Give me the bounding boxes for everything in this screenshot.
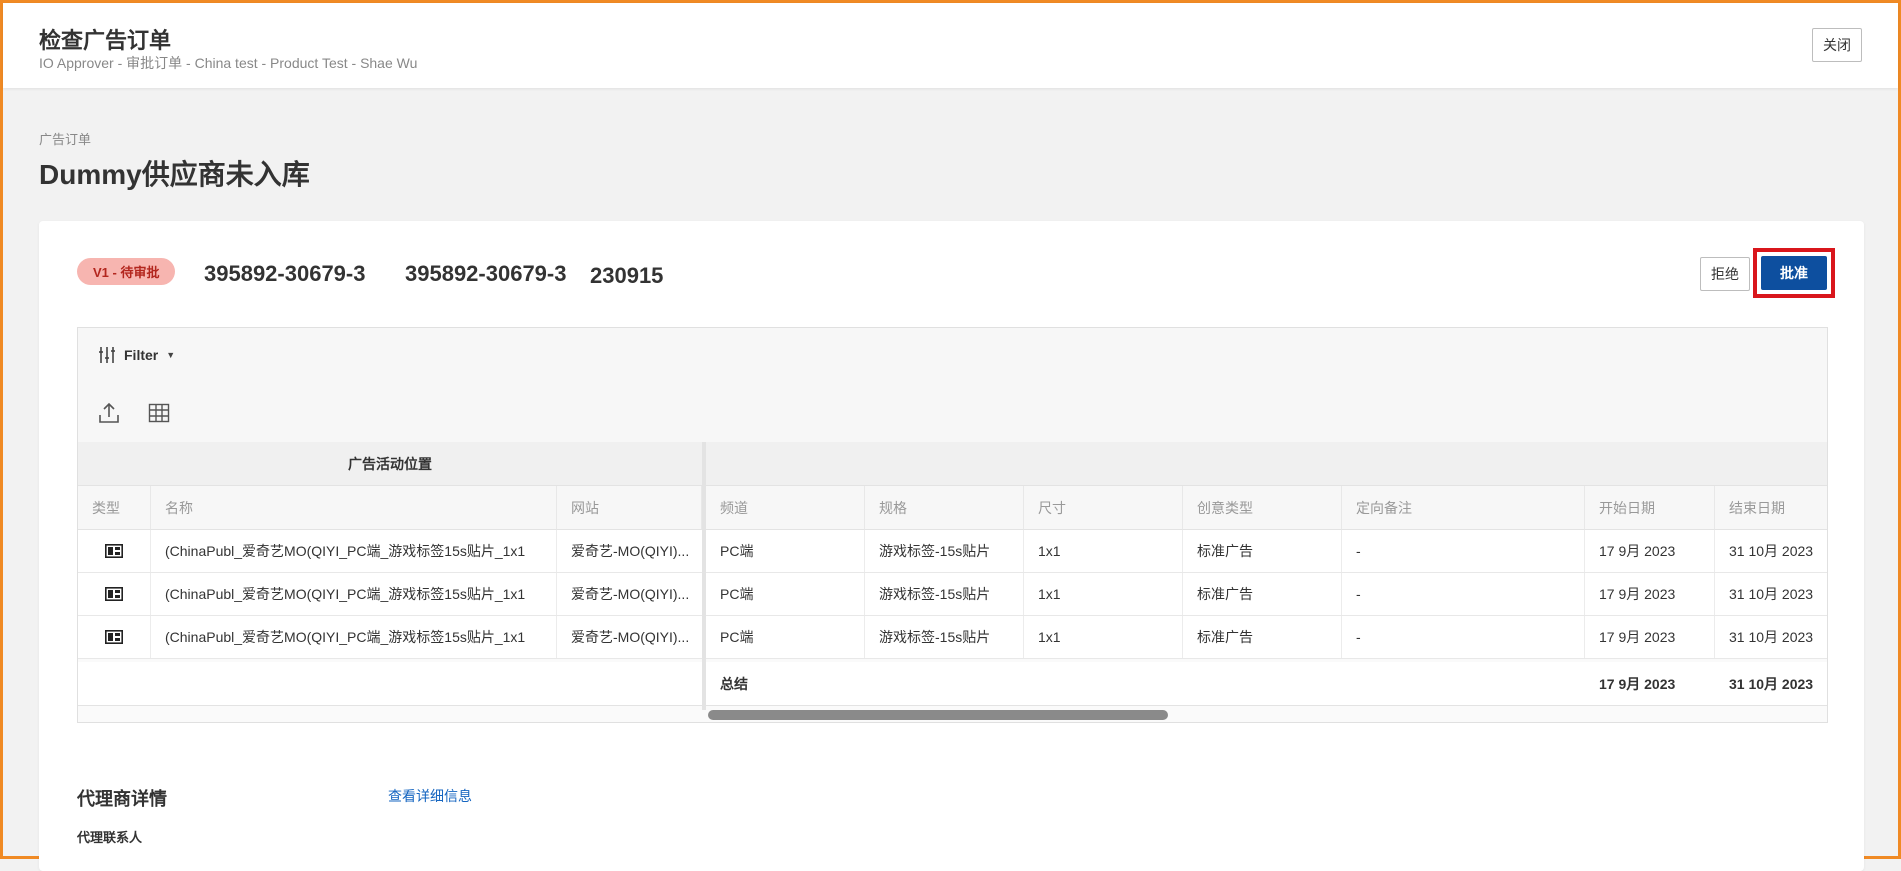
- spec-cell: 游戏标签-15s贴片: [865, 616, 1024, 658]
- grid-toolbar: [78, 385, 1827, 443]
- filter-button[interactable]: Filter ▼: [98, 346, 175, 364]
- total-label: 总结: [720, 676, 748, 692]
- site-cell: 爱奇艺-MO(QIYI)...: [571, 543, 690, 559]
- window-subtitle: IO Approver - 审批订单 - China test - Produc…: [39, 55, 418, 71]
- name-cell: (ChinaPubl_爱奇艺MO(QIYI_PC端_游戏标签15s贴片_1x1: [151, 573, 557, 615]
- start-date-cell: 17 9月 2023: [1585, 616, 1715, 658]
- table-row[interactable]: PC端 游戏标签-15s贴片 1x1 标准广告 - 17 9月 2023 31 …: [706, 530, 1827, 573]
- site-cell: 爱奇艺-MO(QIYI)...: [571, 586, 690, 602]
- table-row[interactable]: (ChinaPubl_爱奇艺MO(QIYI_PC端_游戏标签15s贴片_1x1 …: [78, 573, 702, 616]
- column-header-name[interactable]: 名称: [151, 486, 557, 530]
- column-header-channel[interactable]: 频道: [706, 486, 865, 530]
- filter-bar: Filter ▼: [78, 328, 1827, 386]
- column-header-targeting[interactable]: 定向备注: [1342, 486, 1585, 530]
- targeting-cell: -: [1342, 616, 1585, 658]
- placement-icon: [105, 544, 123, 558]
- site-cell: 爱奇艺-MO(QIYI)...: [571, 629, 690, 645]
- window-title: 检查广告订单: [39, 28, 172, 53]
- column-header-spec[interactable]: 规格: [865, 486, 1024, 530]
- type-cell: [78, 573, 151, 615]
- column-header-site[interactable]: 网站: [557, 486, 702, 530]
- breadcrumb: 广告订单: [39, 132, 92, 147]
- start-date-cell: 17 9月 2023: [1585, 530, 1715, 572]
- group-header-details: [706, 442, 1827, 486]
- name-cell: (ChinaPubl_爱奇艺MO(QIYI_PC端_游戏标签15s贴片_1x1: [151, 616, 557, 658]
- approve-button[interactable]: 批准: [1761, 256, 1827, 290]
- page-title: Dummy供应商未入库: [39, 159, 310, 190]
- channel-cell: PC端: [706, 530, 865, 572]
- caret-down-icon: ▼: [166, 350, 176, 360]
- top-bar: 检查广告订单 IO Approver - 审批订单 - China test -…: [3, 3, 1898, 88]
- scrollbar-thumb[interactable]: [708, 710, 1168, 720]
- table-row[interactable]: PC端 游戏标签-15s贴片 1x1 标准广告 - 17 9月 2023 31 …: [706, 573, 1827, 616]
- reject-button[interactable]: 拒绝: [1700, 257, 1750, 291]
- filter-label: Filter: [124, 347, 159, 363]
- creative-type-cell: 标准广告: [1183, 530, 1342, 572]
- order-id-secondary: 395892-30679-3: [405, 261, 567, 286]
- total-row: 总结 17 9月 2023 31 10月 2023: [706, 662, 1827, 706]
- targeting-cell: -: [1342, 530, 1585, 572]
- total-end-date: 31 10月 2023: [1729, 676, 1814, 692]
- type-cell: [78, 616, 151, 658]
- approve-button-highlight: 批准: [1753, 248, 1835, 298]
- status-badge: V1 - 待审批: [77, 258, 176, 285]
- view-details-link[interactable]: 查看详细信息: [388, 786, 472, 806]
- table-row[interactable]: (ChinaPubl_爱奇艺MO(QIYI_PC端_游戏标签15s贴片_1x1 …: [78, 616, 702, 659]
- close-button[interactable]: 关闭: [1812, 28, 1862, 62]
- table-row[interactable]: (ChinaPubl_爱奇艺MO(QIYI_PC端_游戏标签15s贴片_1x1 …: [78, 530, 702, 573]
- spec-cell: 游戏标签-15s贴片: [865, 573, 1024, 615]
- size-cell: 1x1: [1024, 616, 1183, 658]
- grid-layout-icon[interactable]: [148, 402, 170, 424]
- group-header-placement: 广告活动位置: [78, 442, 702, 486]
- table-row[interactable]: PC端 游戏标签-15s贴片 1x1 标准广告 - 17 9月 2023 31 …: [706, 616, 1827, 659]
- column-header-end-date[interactable]: 结束日期: [1715, 486, 1827, 530]
- export-icon[interactable]: [98, 402, 120, 424]
- end-date-cell: 31 10月 2023: [1729, 543, 1814, 559]
- column-header-size[interactable]: 尺寸: [1024, 486, 1183, 530]
- start-date-cell: 17 9月 2023: [1585, 573, 1715, 615]
- order-id-primary: 395892-30679-3: [204, 261, 366, 286]
- end-date-cell: 31 10月 2023: [1729, 629, 1814, 645]
- size-cell: 1x1: [1024, 530, 1183, 572]
- total-row-pinned: [78, 662, 702, 706]
- agency-section-title: 代理商详情: [77, 789, 167, 809]
- placements-grid: Filter ▼ 广告活动位置 类型 名称 网站 频道 规格 尺寸 创意类型 定…: [77, 327, 1828, 723]
- type-cell: [78, 530, 151, 572]
- column-header-creative-type[interactable]: 创意类型: [1183, 486, 1342, 530]
- total-start-date: 17 9月 2023: [1599, 676, 1676, 692]
- order-card: V1 - 待审批 395892-30679-3 395892-30679-3 2…: [39, 221, 1864, 871]
- spec-cell: 游戏标签-15s贴片: [865, 530, 1024, 572]
- end-date-cell: 31 10月 2023: [1729, 586, 1814, 602]
- creative-type-cell: 标准广告: [1183, 573, 1342, 615]
- name-cell: (ChinaPubl_爱奇艺MO(QIYI_PC端_游戏标签15s贴片_1x1: [151, 530, 557, 572]
- targeting-cell: -: [1342, 573, 1585, 615]
- placement-icon: [105, 630, 123, 644]
- channel-cell: PC端: [706, 616, 865, 658]
- channel-cell: PC端: [706, 573, 865, 615]
- horizontal-scrollbar[interactable]: [706, 706, 1827, 722]
- column-header-type[interactable]: 类型: [78, 486, 151, 530]
- order-code: 230915: [590, 263, 664, 288]
- creative-type-cell: 标准广告: [1183, 616, 1342, 658]
- size-cell: 1x1: [1024, 573, 1183, 615]
- placement-icon: [105, 587, 123, 601]
- agency-contact-label: 代理联系人: [77, 830, 143, 845]
- filter-sliders-icon: [99, 347, 115, 363]
- column-header-start-date[interactable]: 开始日期: [1585, 486, 1715, 530]
